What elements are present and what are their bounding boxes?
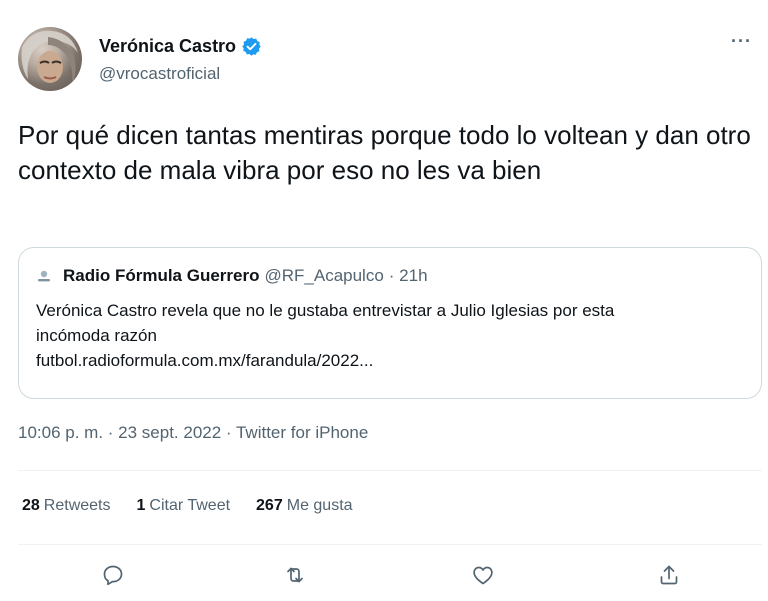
- quoted-text-line: Verónica Castro revela que no le gustaba…: [36, 301, 615, 320]
- quoted-tweet-header: Radio Fórmula Guerrero @RF_Acapulco · 21…: [36, 266, 428, 286]
- quoted-tweet-text: Verónica Castro revela que no le gustaba…: [36, 298, 746, 373]
- user-handle[interactable]: @vrocastroficial: [99, 64, 220, 84]
- likes-count: 267: [256, 497, 283, 514]
- quoted-link[interactable]: futbol.radioformula.com.mx/farandula/202…: [36, 348, 746, 373]
- likes-label: Me gusta: [286, 497, 353, 514]
- reply-icon[interactable]: [98, 560, 128, 590]
- quotes-label: Citar Tweet: [149, 497, 231, 514]
- tweet-timestamp-source[interactable]: 10:06 p. m. · 23 sept. 2022 · Twitter fo…: [18, 423, 368, 443]
- tweet-actions: [0, 560, 768, 594]
- display-name[interactable]: Verónica Castro: [99, 36, 236, 57]
- quoted-text-line: incómoda razón: [36, 326, 157, 345]
- retweets-count: 28: [22, 497, 40, 514]
- retweets-label: Retweets: [43, 497, 111, 514]
- quoted-author-name: Radio Fórmula Guerrero: [63, 266, 260, 285]
- engagement-stats: 28 Retweets 1 Citar Tweet 267 Me gusta: [22, 497, 379, 515]
- quoted-tweet-card[interactable]: Radio Fórmula Guerrero @RF_Acapulco · 21…: [18, 247, 762, 399]
- retweet-icon[interactable]: [280, 560, 310, 590]
- retweets-stat[interactable]: 28 Retweets: [22, 497, 111, 515]
- divider: [18, 470, 762, 471]
- share-icon[interactable]: [654, 560, 684, 590]
- tweet-text: Por qué dicen tantas mentiras porque tod…: [18, 120, 751, 185]
- divider: [18, 544, 762, 545]
- quoted-tweet-age: · 21h: [388, 266, 428, 285]
- likes-stat[interactable]: 267 Me gusta: [256, 497, 353, 515]
- quoted-avatar: [36, 268, 52, 284]
- quoted-author-handle: @RF_Acapulco: [264, 266, 384, 285]
- verified-badge-icon: [241, 36, 262, 57]
- like-icon[interactable]: [468, 560, 498, 590]
- tweet-header: Verónica Castro @vrocastroficial ···: [18, 27, 758, 93]
- quote-tweets-stat[interactable]: 1 Citar Tweet: [137, 497, 231, 515]
- name-row: Verónica Castro: [99, 36, 262, 57]
- more-options-icon[interactable]: ···: [731, 31, 752, 52]
- quotes-count: 1: [136, 497, 146, 514]
- avatar[interactable]: [18, 27, 82, 91]
